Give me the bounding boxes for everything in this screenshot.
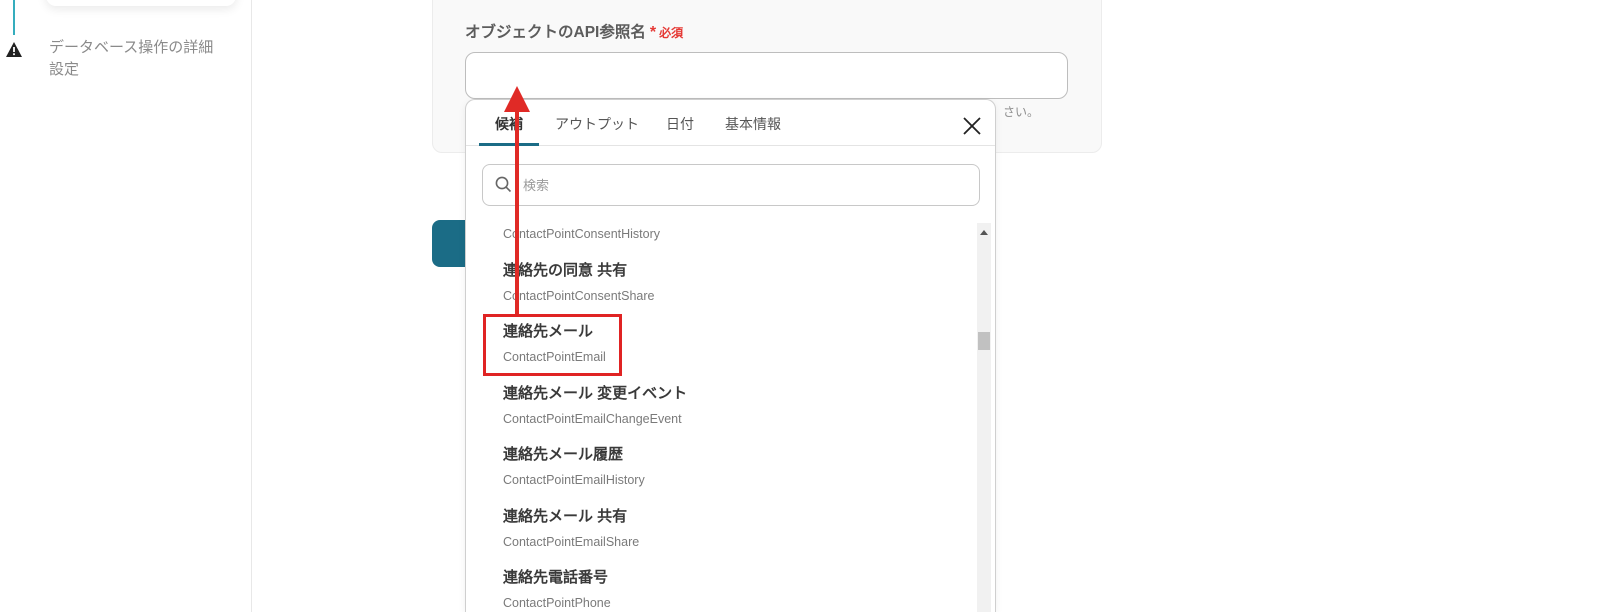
field-label: オブジェクトのAPI参照名 * 必須 xyxy=(465,22,683,44)
tab-date[interactable]: 日付 xyxy=(666,100,694,146)
list-item-label: 連絡先の同意 共有 xyxy=(503,261,628,279)
sidebar-step-db-settings[interactable]: データベース操作の詳細設定 xyxy=(49,37,221,81)
list-item[interactable]: 連絡先電話番号 ContactPointPhone xyxy=(466,560,971,612)
tab-output[interactable]: アウトプット xyxy=(555,100,639,146)
list-item-api-name: ContactPointEmailHistory xyxy=(503,473,645,487)
list-item[interactable]: 連絡先メール 変更イベント ContactPointEmailChangeEve… xyxy=(466,376,971,438)
warning-icon xyxy=(6,42,22,57)
list-item-api-name: ContactPointEmailShare xyxy=(503,534,640,549)
list-item-label: 連絡先メール履歴 xyxy=(503,446,624,463)
step-connector-line xyxy=(13,0,15,35)
close-icon[interactable] xyxy=(962,116,982,136)
candidate-list: ContactPointConsentHistory 連絡先の同意 共有 Con… xyxy=(466,223,995,612)
dropdown-tabs: 候補 アウトプット 日付 基本情報 xyxy=(466,100,995,146)
tab-candidates[interactable]: 候補 xyxy=(479,100,539,146)
field-hint: さい。 xyxy=(1003,105,1040,119)
object-api-name-input[interactable] xyxy=(465,52,1068,99)
search-box xyxy=(482,164,980,206)
scroll-up-arrow-icon[interactable] xyxy=(980,230,988,235)
list-item-label: 連絡先メール 変更イベント xyxy=(503,384,688,402)
list-scrollbar[interactable] xyxy=(977,223,991,612)
previous-step-card[interactable] xyxy=(46,0,236,6)
list-item-api-name: ContactPointConsentHistory xyxy=(503,227,661,241)
scrollbar-thumb[interactable] xyxy=(978,332,990,350)
required-badge: 必須 xyxy=(659,26,684,40)
list-item[interactable]: 連絡先の同意 共有 ContactPointConsentShare xyxy=(466,253,971,315)
required-mark: * xyxy=(649,24,657,41)
list-item[interactable]: 連絡先メール履歴 ContactPointEmailHistory xyxy=(466,437,971,499)
field-label-text: オブジェクトのAPI参照名 xyxy=(465,24,646,41)
list-item-api-name: ContactPointPhone xyxy=(503,596,611,610)
list-item[interactable]: ContactPointConsentHistory xyxy=(466,223,971,253)
list-item[interactable]: 連絡先メール 共有 ContactPointEmailShare xyxy=(466,499,971,561)
search-icon xyxy=(495,176,512,193)
annotation-highlight-box xyxy=(483,314,622,376)
list-item-api-name: ContactPointConsentShare xyxy=(503,288,655,303)
list-item-api-name: ContactPointEmailChangeEvent xyxy=(503,411,682,426)
list-item-label: 連絡先メール 共有 xyxy=(503,507,628,525)
tab-basic-info[interactable]: 基本情報 xyxy=(725,100,781,146)
list-item-label: 連絡先電話番号 xyxy=(503,569,609,586)
sidebar: データベース操作の詳細設定 xyxy=(0,0,252,612)
search-input[interactable] xyxy=(482,164,980,206)
